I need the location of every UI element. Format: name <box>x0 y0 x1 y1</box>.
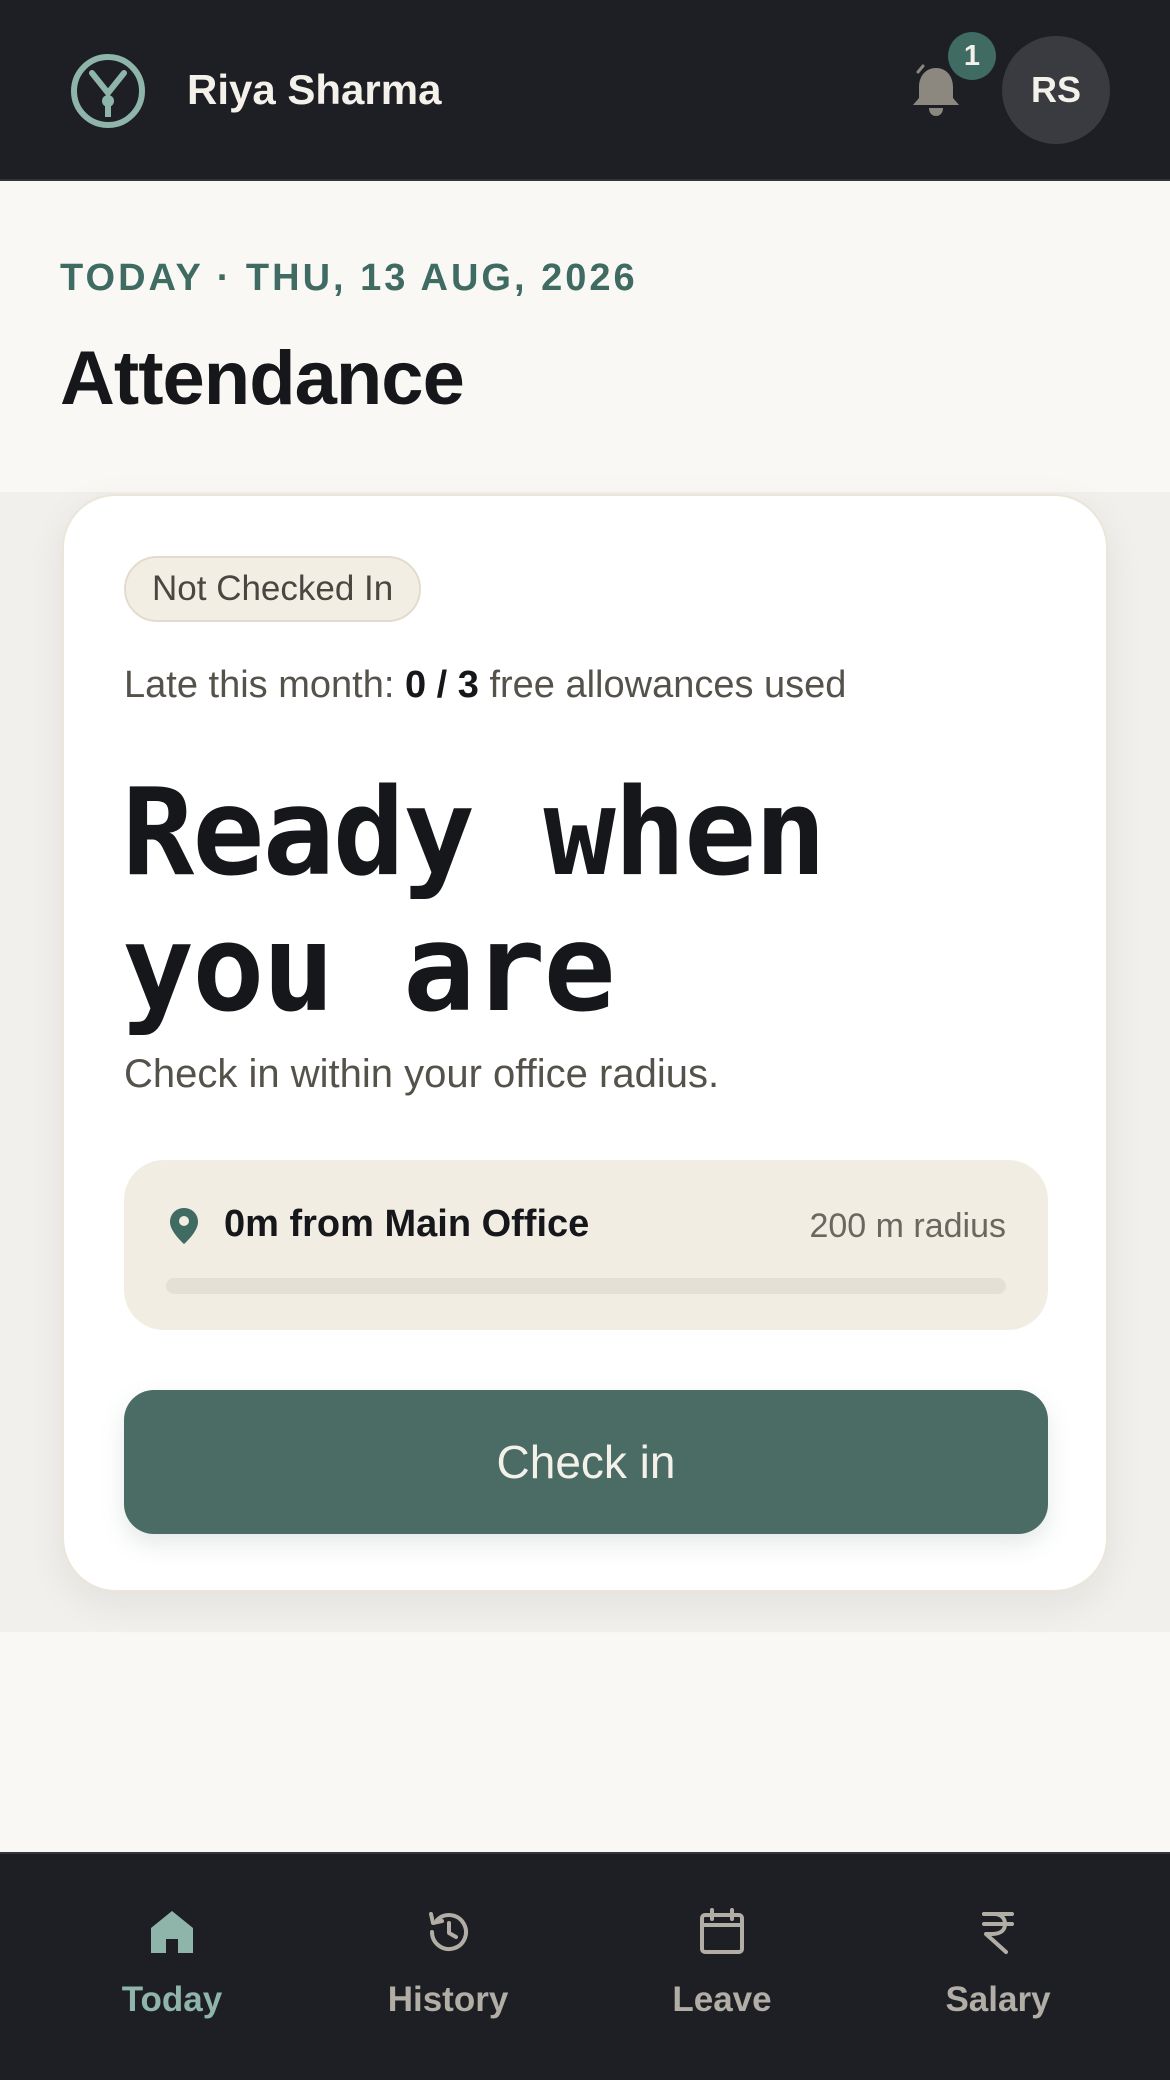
check-in-button[interactable]: Check in <box>124 1390 1048 1534</box>
rupee-icon <box>982 1912 1014 1954</box>
nav-label-today: Today <box>121 1980 223 2019</box>
hero-line-1: Ready when <box>122 764 826 903</box>
radius-text: 200 m radius <box>809 1207 1006 1245</box>
clock-logo-icon <box>71 54 145 128</box>
bottom-navigation: Today History Leave Salary <box>0 1852 1170 2080</box>
nav-label-history: History <box>387 1980 509 2019</box>
nav-item-today[interactable]: Today <box>72 1906 272 2036</box>
location-pin-icon <box>170 1208 198 1244</box>
app-header: Riya Sharma 1 RS <box>0 0 1170 181</box>
hero-heading: Ready when you are <box>122 766 1022 1038</box>
late-prefix: Late this month: <box>124 664 405 706</box>
notification-badge: 1 <box>948 32 996 80</box>
history-icon <box>429 1912 468 1952</box>
page-title: Attendance <box>60 336 465 421</box>
attendance-card: Not Checked In Late this month: 0 / 3 fr… <box>62 494 1108 1592</box>
late-count: 0 / 3 <box>404 664 479 706</box>
nav-item-salary[interactable]: Salary <box>898 1906 1098 2036</box>
late-allowance-line: Late this month: 0 / 3 free allowances u… <box>124 660 846 710</box>
date-line: TODAY · THU, 13 AUG, 2026 <box>60 257 638 299</box>
late-suffix: free allowances used <box>478 664 847 706</box>
nav-label-salary: Salary <box>945 1980 1051 2019</box>
user-name: Riya Sharma <box>187 66 442 113</box>
calendar-icon <box>700 1908 744 1954</box>
location-panel: 0m from Main Office 200 m radius <box>124 1160 1048 1330</box>
distance-text: 0m from Main Office <box>224 1203 590 1245</box>
home-icon <box>151 1911 193 1953</box>
hero-line-2: you are <box>122 900 616 1039</box>
distance-progress-bar <box>166 1278 1006 1294</box>
nav-item-history[interactable]: History <box>348 1906 548 2036</box>
nav-item-leave[interactable]: Leave <box>622 1906 822 2036</box>
avatar[interactable]: RS <box>1002 36 1110 144</box>
checkin-hint: Check in within your office radius. <box>124 1052 720 1096</box>
nav-label-leave: Leave <box>672 1980 772 2019</box>
status-badge: Not Checked In <box>124 556 422 622</box>
